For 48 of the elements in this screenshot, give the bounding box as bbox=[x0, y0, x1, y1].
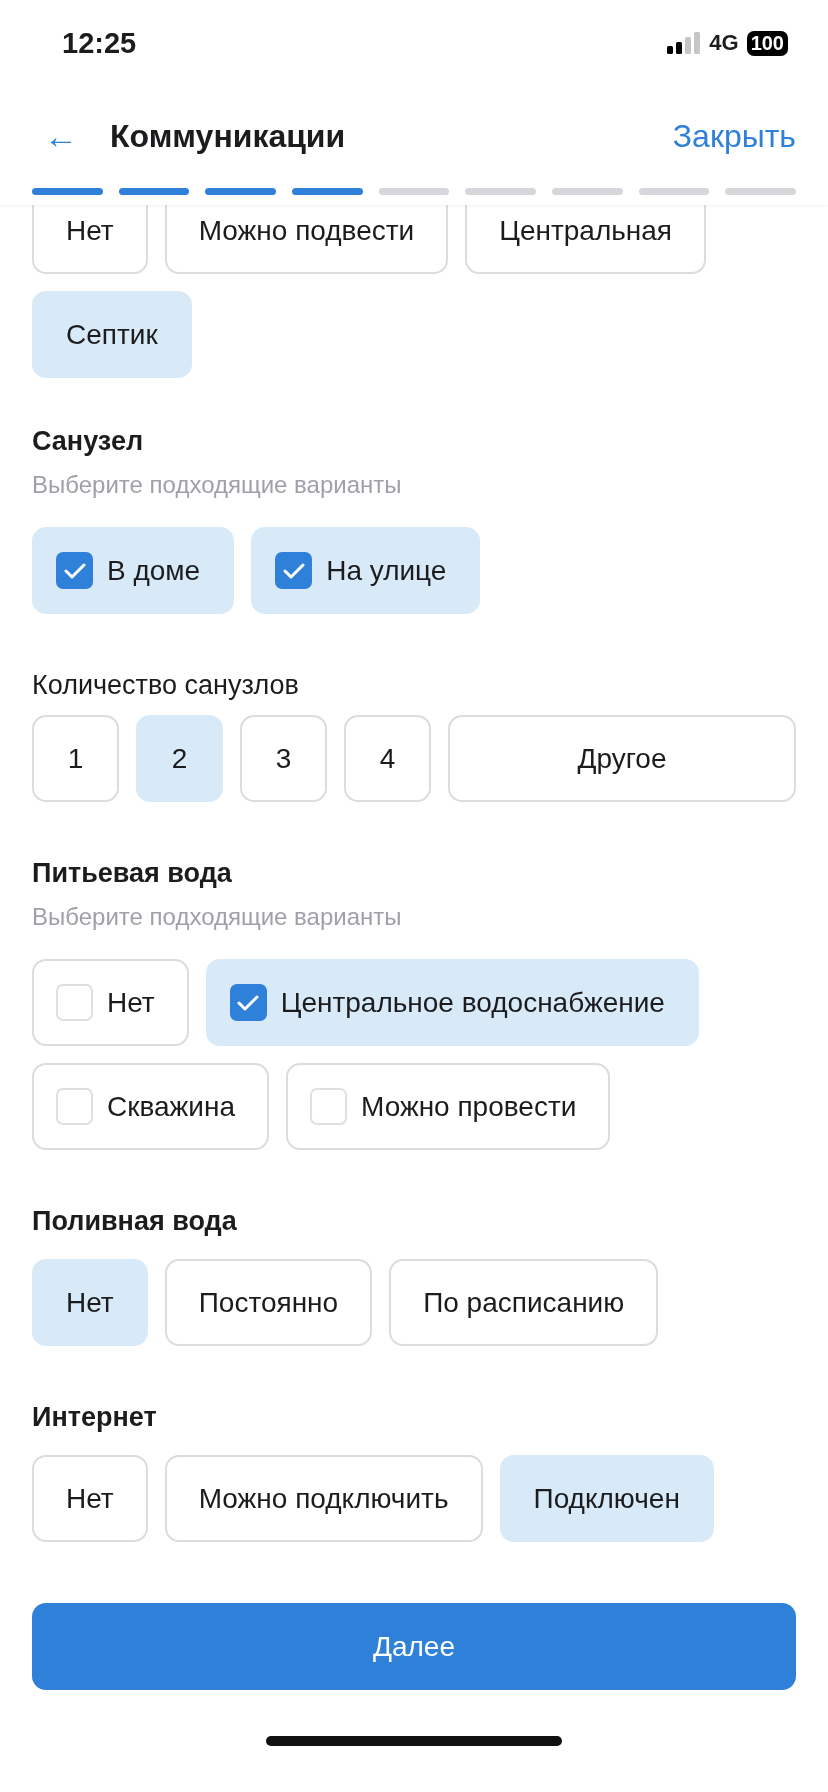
count-option[interactable]: Другое bbox=[448, 715, 796, 802]
option-label: Центральное водоснабжение bbox=[280, 986, 665, 1019]
section-title: Интернет bbox=[32, 1402, 158, 1433]
count-option[interactable]: 3 bbox=[240, 715, 327, 802]
option-label: Можно провести bbox=[361, 1090, 577, 1123]
option-chip[interactable]: Постоянно bbox=[164, 1259, 373, 1346]
count-option[interactable]: 2 bbox=[136, 715, 223, 802]
status-time: 12:25 bbox=[62, 26, 137, 60]
section-title: Санузел bbox=[32, 426, 145, 457]
option-chip[interactable]: Нет bbox=[32, 1259, 148, 1346]
option-chip[interactable]: Можно подключить bbox=[164, 1455, 483, 1542]
option-chip[interactable]: Септик bbox=[32, 291, 192, 378]
checkbox[interactable] bbox=[229, 984, 267, 1021]
page-title: Коммуникации bbox=[110, 117, 347, 155]
option-chip[interactable]: Центральная bbox=[465, 205, 707, 274]
check-icon bbox=[63, 561, 86, 580]
field-label: Количество санузлов bbox=[32, 670, 300, 701]
option-chip[interactable]: Нет bbox=[32, 205, 148, 274]
section-hint: Выберите подходящие варианты bbox=[32, 471, 403, 499]
checkbox-option[interactable]: На улице bbox=[251, 527, 481, 614]
checkbox-option[interactable]: Скважина bbox=[32, 1063, 269, 1150]
option-label: В доме bbox=[107, 554, 201, 587]
section-hint: Выберите подходящие варианты bbox=[32, 903, 403, 931]
option-chip[interactable]: Можно подвести bbox=[164, 205, 449, 274]
back-button[interactable]: ← bbox=[44, 116, 78, 156]
count-option[interactable]: 1 bbox=[32, 715, 119, 802]
close-button[interactable]: Закрыть bbox=[672, 117, 796, 155]
option-chip[interactable]: По расписанию bbox=[389, 1259, 659, 1346]
signal-icon bbox=[667, 32, 702, 54]
option-chip[interactable]: Нет bbox=[32, 1455, 148, 1542]
checkbox-option[interactable]: Центральное водоснабжение bbox=[205, 959, 699, 1046]
option-label: Нет bbox=[107, 986, 155, 1019]
battery-level: 100 bbox=[746, 30, 788, 56]
check-icon bbox=[282, 561, 305, 580]
option-label: Скважина bbox=[107, 1090, 235, 1123]
network-label: 4G bbox=[709, 30, 739, 56]
count-option[interactable]: 4 bbox=[344, 715, 431, 802]
option-label: На улице bbox=[326, 554, 447, 587]
checkbox-option[interactable]: Можно провести bbox=[286, 1063, 611, 1150]
section-title: Поливная вода bbox=[32, 1206, 238, 1237]
option-chip[interactable]: Подключен bbox=[499, 1455, 714, 1542]
check-icon bbox=[237, 993, 260, 1012]
next-button[interactable]: Далее bbox=[32, 1603, 796, 1690]
section-title: Питьевая вода bbox=[32, 858, 233, 889]
checkbox-option[interactable]: В доме bbox=[32, 527, 235, 614]
checkbox-option[interactable]: Нет bbox=[32, 959, 189, 1046]
checkbox[interactable] bbox=[56, 552, 93, 589]
checkbox[interactable] bbox=[275, 552, 313, 589]
